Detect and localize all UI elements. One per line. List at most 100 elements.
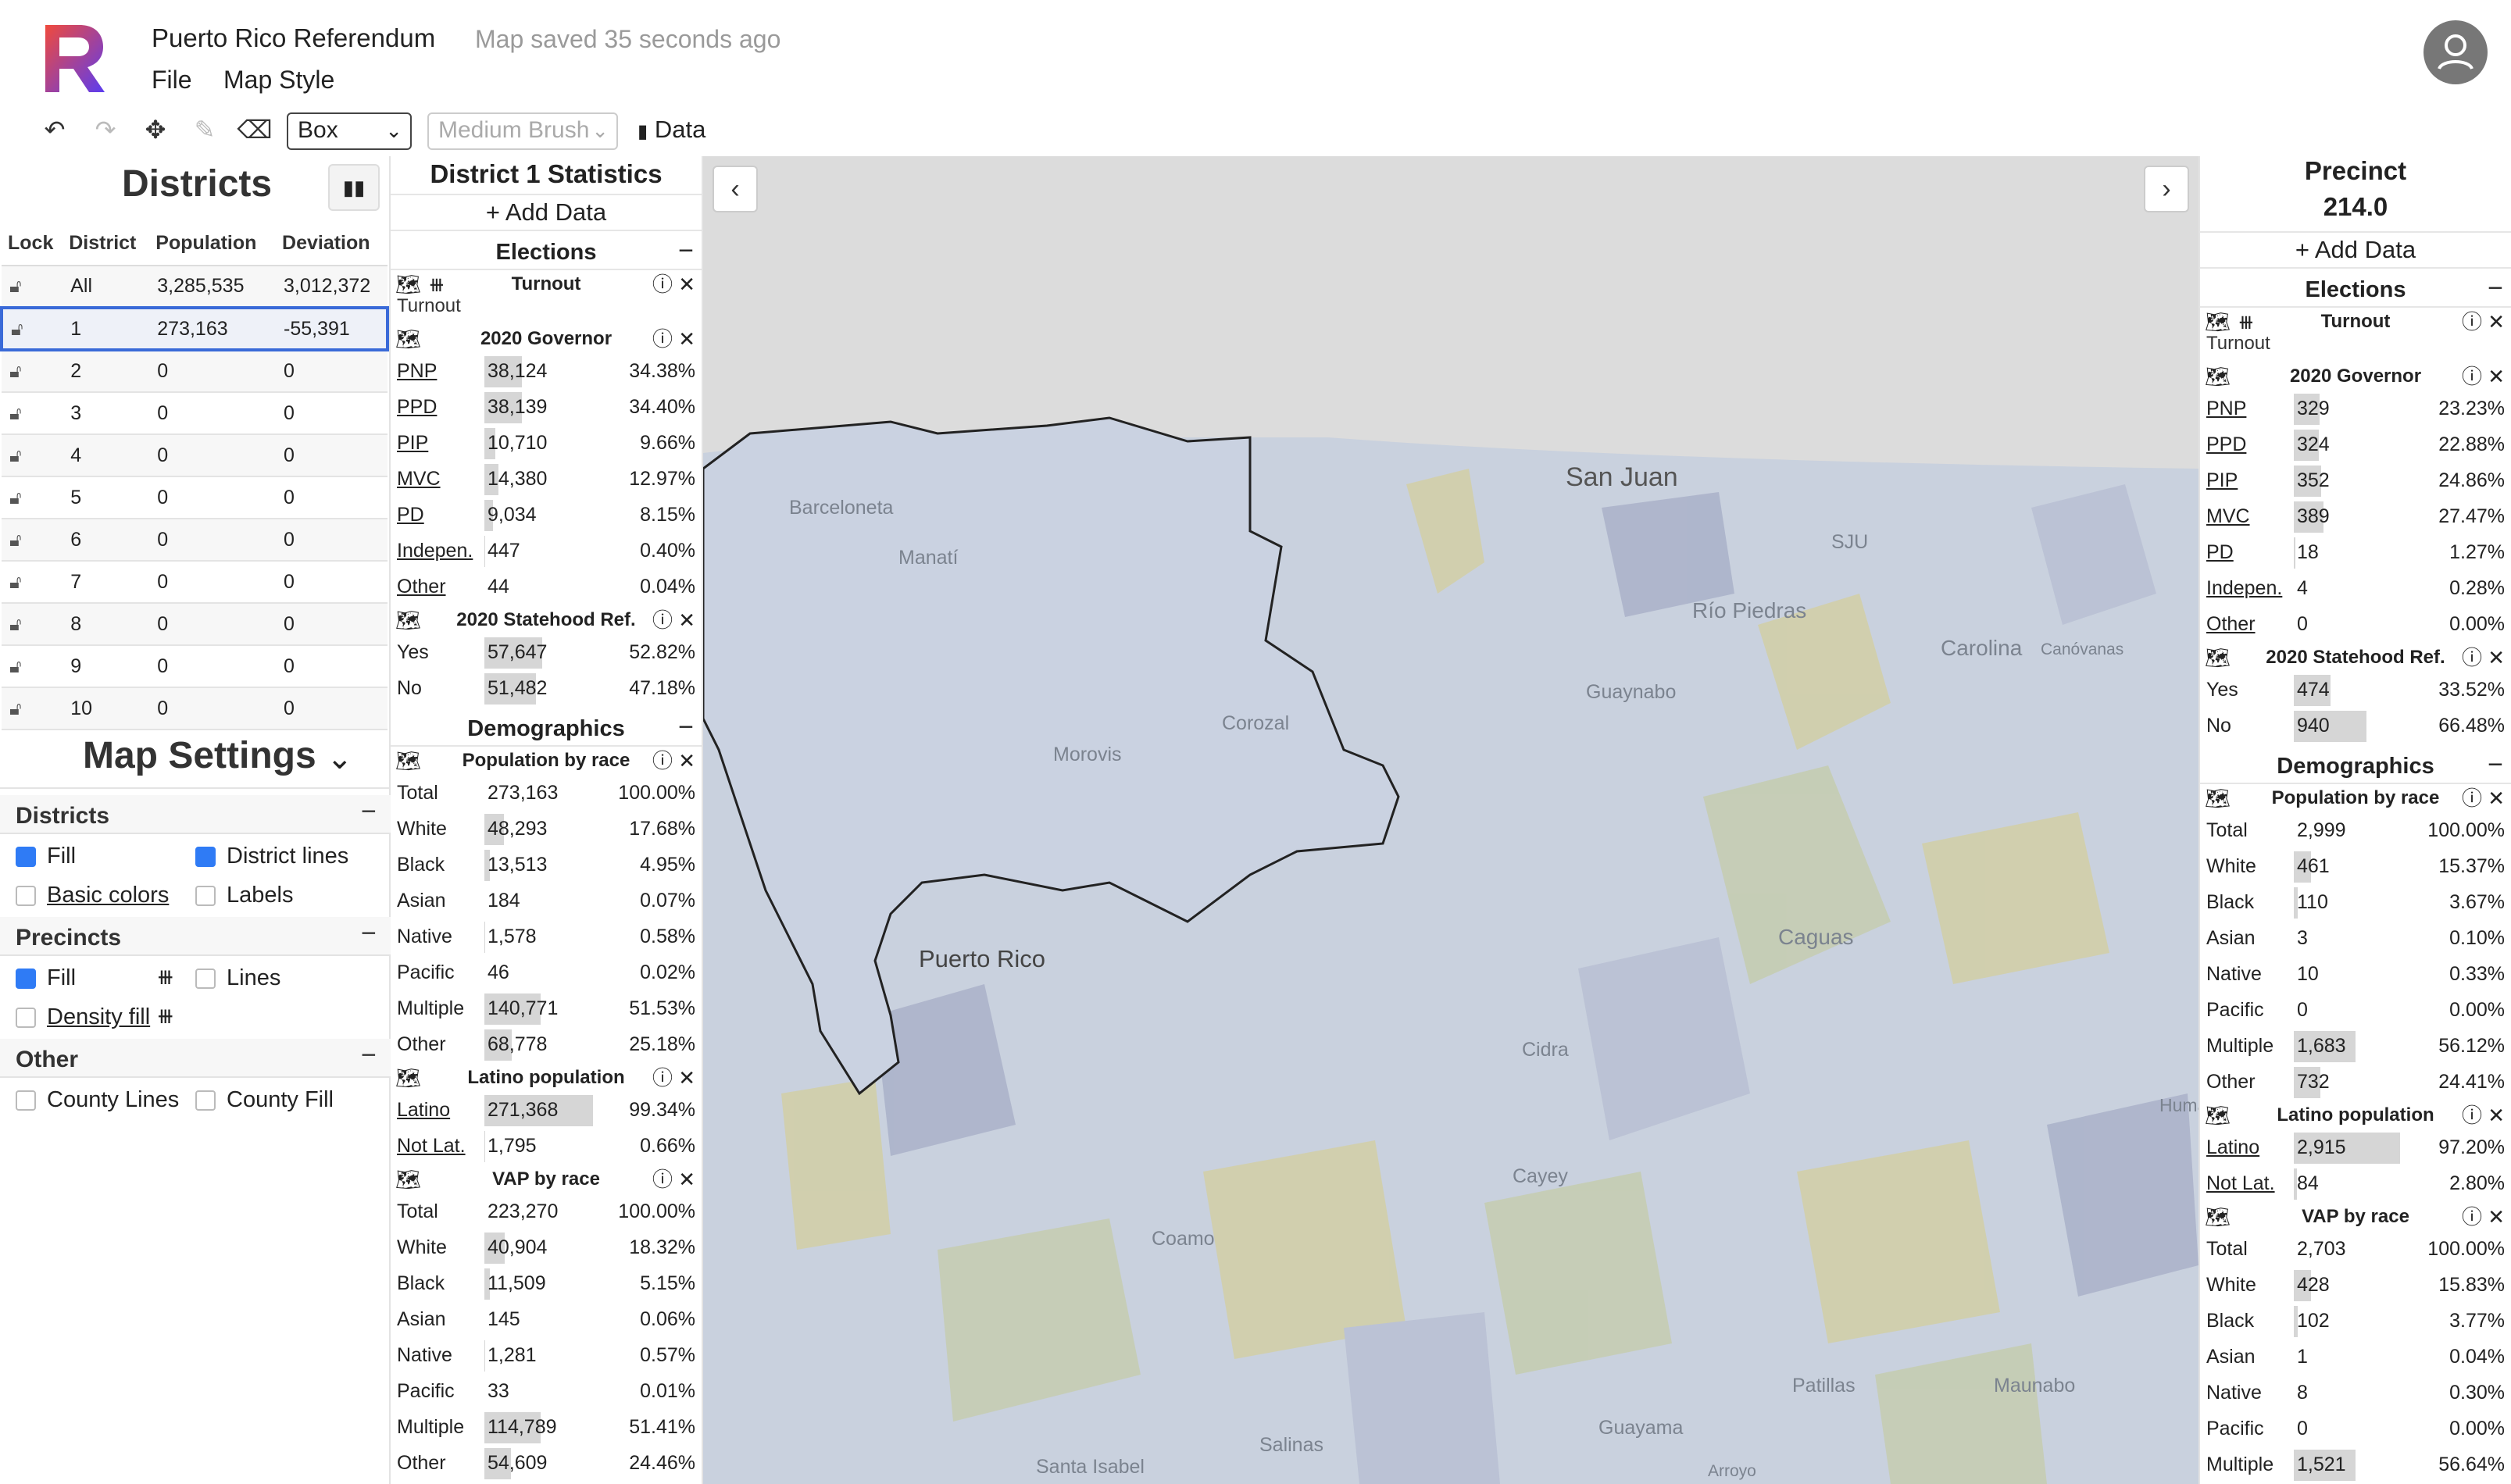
stat-label[interactable]: Indepen.: [2206, 570, 2282, 606]
stat-label[interactable]: Indepen.: [397, 533, 473, 569]
stat-label[interactable]: Other: [397, 569, 446, 605]
unlock-icon[interactable]: 🔓︎: [9, 614, 22, 635]
map-canvas[interactable]: San Juan Barceloneta Manatí Morovis Coro…: [703, 156, 2198, 1484]
section-districts[interactable]: Districts −: [0, 795, 391, 834]
edit-icon[interactable]: ✎: [189, 114, 220, 145]
map-title[interactable]: Puerto Rico Referendum: [152, 23, 435, 53]
map-icon[interactable]: 🗺︎: [2205, 361, 2231, 392]
unlock-icon[interactable]: 🔓︎: [11, 319, 23, 340]
undo-icon[interactable]: ↶: [39, 114, 70, 145]
district-lines-checkbox[interactable]: District lines: [195, 844, 348, 869]
lock-cell[interactable]: 🔓︎: [2, 603, 63, 646]
chevron-down-icon[interactable]: ⌄: [327, 740, 353, 776]
info-close-icon[interactable]: ⓘ ✕: [652, 1164, 695, 1195]
map-icon[interactable]: 🗺︎: [2205, 1201, 2231, 1233]
collapse-icon[interactable]: −: [361, 919, 377, 949]
districts-fill-checkbox[interactable]: Fill: [16, 844, 76, 869]
stat-label[interactable]: Not Lat.: [2206, 1165, 2275, 1201]
info-close-icon[interactable]: ⓘ ✕: [2462, 306, 2505, 337]
lock-cell[interactable]: 🔓︎: [2, 392, 63, 435]
county-lines-checkbox[interactable]: County Lines: [16, 1087, 179, 1113]
info-close-icon[interactable]: ⓘ ✕: [2462, 642, 2505, 673]
info-close-icon[interactable]: ⓘ ✕: [2462, 783, 2505, 814]
map-icon[interactable]: 🗺︎: [395, 1164, 421, 1195]
labels-checkbox[interactable]: Labels: [195, 883, 293, 908]
table-row[interactable]: 🔓︎ 4 0 0: [2, 434, 388, 477]
stat-label[interactable]: PPD: [2206, 426, 2246, 462]
stat-label[interactable]: Not Lat.: [397, 1128, 466, 1164]
stat-label[interactable]: PPD: [397, 389, 437, 425]
table-row[interactable]: 🔓︎ 6 0 0: [2, 519, 388, 562]
section-precincts[interactable]: Precincts −: [0, 917, 391, 956]
tool-select[interactable]: Box ⌄: [287, 112, 412, 150]
map-icon[interactable]: 🗺︎: [395, 1062, 421, 1093]
info-close-icon[interactable]: ⓘ ✕: [652, 323, 695, 355]
table-row[interactable]: 🔓︎ 5 0 0: [2, 476, 388, 519]
demographics-header[interactable]: Demographics −: [391, 711, 702, 747]
density-fill-checkbox[interactable]: Density fill: [16, 1004, 150, 1030]
lock-cell[interactable]: 🔓︎: [0, 306, 63, 351]
redo-icon[interactable]: ↷: [90, 114, 121, 145]
table-row[interactable]: 🔓︎ 8 0 0: [2, 603, 388, 646]
stat-label[interactable]: PD: [397, 497, 424, 533]
stat-label[interactable]: PNP: [397, 353, 437, 389]
collapse-left-button[interactable]: ‹: [713, 166, 758, 212]
lock-cell[interactable]: 🔓︎: [2, 476, 63, 519]
info-close-icon[interactable]: ⓘ ✕: [652, 1062, 695, 1093]
unlock-icon[interactable]: 🔓︎: [9, 572, 22, 593]
collapse-icon[interactable]: −: [361, 1040, 377, 1071]
map-icon[interactable]: 🗺︎: [2205, 783, 2231, 814]
unlock-icon[interactable]: 🔓︎: [9, 361, 22, 382]
stat-label[interactable]: Latino: [2206, 1129, 2259, 1165]
collapse-right-button[interactable]: ›: [2144, 166, 2189, 212]
info-close-icon[interactable]: ⓘ ✕: [652, 745, 695, 776]
map-icon[interactable]: 🗺︎: [395, 323, 421, 355]
add-data-button[interactable]: + Add Data: [2200, 231, 2511, 269]
lock-cell[interactable]: 🔓︎: [2, 266, 63, 309]
app-logo[interactable]: [42, 22, 106, 94]
stat-label[interactable]: MVC: [2206, 498, 2250, 534]
elections-header[interactable]: Elections −: [2200, 272, 2511, 308]
lock-cell[interactable]: 🔓︎: [2, 519, 63, 562]
collapse-icon[interactable]: −: [2488, 747, 2503, 783]
table-row[interactable]: 🔓︎ 1 273,163 -55,391: [0, 306, 389, 351]
map-settings-header[interactable]: Map Settings ⌄: [0, 726, 391, 789]
collapse-icon[interactable]: −: [678, 709, 694, 745]
table-row[interactable]: 🔓︎ 7 0 0: [2, 561, 388, 604]
basic-colors-checkbox[interactable]: Basic colors: [16, 883, 169, 908]
chart-button[interactable]: ▮▮: [328, 164, 380, 211]
brush-select[interactable]: Medium Brush ⌄: [427, 112, 618, 150]
eraser-icon[interactable]: ⌫: [237, 114, 272, 145]
county-fill-checkbox[interactable]: County Fill: [195, 1087, 334, 1113]
stat-label[interactable]: PNP: [2206, 391, 2246, 426]
map-icon[interactable]: 🗺︎: [2205, 1100, 2231, 1131]
lock-cell[interactable]: 🔓︎: [2, 434, 63, 477]
stat-label[interactable]: Other: [2206, 606, 2256, 642]
unlock-icon[interactable]: 🔓︎: [9, 656, 22, 677]
stat-label[interactable]: PD: [2206, 534, 2234, 570]
precincts-fill-checkbox[interactable]: Fill: [16, 965, 76, 991]
stat-label[interactable]: MVC: [397, 461, 441, 497]
table-row[interactable]: 🔓︎ 9 0 0: [2, 645, 388, 688]
info-close-icon[interactable]: ⓘ ✕: [2462, 1201, 2505, 1233]
lock-cell[interactable]: 🔓︎: [2, 561, 63, 604]
table-row[interactable]: 🔓︎ 2 0 0: [2, 350, 388, 393]
unlock-icon[interactable]: 🔓︎: [9, 530, 22, 551]
stat-label[interactable]: PIP: [397, 425, 428, 461]
sliders-icon[interactable]: ⧻: [156, 964, 174, 990]
unlock-icon[interactable]: 🔓︎: [9, 487, 22, 508]
unlock-icon[interactable]: 🔓︎: [9, 276, 22, 297]
unlock-icon[interactable]: 🔓︎: [9, 698, 22, 719]
info-close-icon[interactable]: ⓘ ✕: [652, 605, 695, 636]
lock-cell[interactable]: 🔓︎: [2, 645, 63, 688]
map-icon[interactable]: 🗺︎: [395, 605, 421, 636]
info-close-icon[interactable]: ⓘ ✕: [2462, 1100, 2505, 1131]
stat-label[interactable]: Latino: [397, 1092, 450, 1128]
map-icon[interactable]: 🗺︎: [2205, 642, 2231, 673]
section-other[interactable]: Other −: [0, 1039, 391, 1078]
table-row[interactable]: 🔓︎ 10 0 0: [2, 687, 388, 730]
data-button[interactable]: ▮ Data: [638, 116, 705, 144]
precinct-lines-checkbox[interactable]: Lines: [195, 965, 280, 991]
user-avatar-icon[interactable]: [2423, 20, 2488, 84]
add-data-button[interactable]: + Add Data: [391, 194, 702, 231]
